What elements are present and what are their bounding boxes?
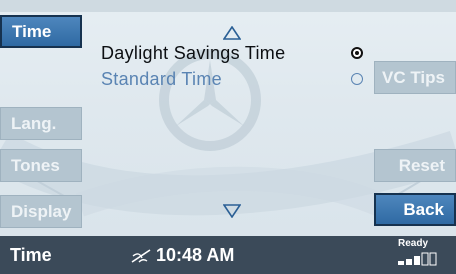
status-title: Time: [10, 245, 52, 265]
reset-button[interactable]: Reset: [374, 149, 456, 182]
screen: Time Lang. Tones Display Daylight Saving…: [0, 0, 456, 274]
tab-time[interactable]: Time: [0, 15, 82, 48]
back-label: Back: [403, 199, 444, 219]
tab-lang-label: Lang.: [11, 113, 57, 133]
tab-tones-label: Tones: [11, 155, 60, 175]
tab-time-label: Time: [12, 21, 52, 41]
clock: 10:48 AM: [130, 245, 234, 266]
tab-display-label: Display: [11, 201, 72, 221]
tab-display[interactable]: Display: [0, 195, 82, 228]
ready-label: Ready: [398, 238, 429, 249]
vc-tips-label: VC Tips: [382, 67, 445, 87]
scroll-up-icon[interactable]: [223, 26, 241, 40]
tab-lang[interactable]: Lang.: [0, 107, 82, 140]
vc-tips-button[interactable]: VC Tips: [374, 61, 456, 94]
radio-daylight-savings[interactable]: [351, 47, 363, 59]
reset-label: Reset: [398, 155, 445, 175]
satellite-icon: [131, 248, 151, 263]
scroll-down-icon[interactable]: [223, 204, 241, 218]
tab-tones[interactable]: Tones: [0, 149, 82, 182]
status-bar: Time 10:48 AM Ready: [0, 236, 456, 274]
back-button[interactable]: Back: [374, 193, 456, 226]
signal-strength-icon: [398, 252, 437, 266]
radio-standard-time[interactable]: [351, 73, 363, 85]
option-standard-time[interactable]: Standard Time: [101, 69, 222, 90]
clock-time: 10:48 AM: [156, 245, 235, 265]
option-daylight-savings[interactable]: Daylight Savings Time: [101, 43, 285, 64]
